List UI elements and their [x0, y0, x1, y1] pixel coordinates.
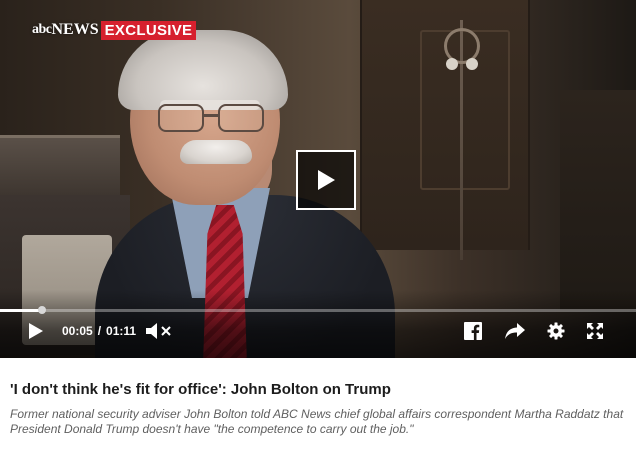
settings-button[interactable] [545, 319, 567, 343]
facebook-icon [464, 322, 482, 340]
time-separator: / [97, 324, 102, 338]
play-button[interactable] [24, 319, 48, 343]
play-icon [29, 323, 43, 339]
share-arrow-icon [505, 323, 525, 339]
time-display: 00:05 / 01:11 [62, 324, 136, 338]
subject-glasses [158, 104, 268, 134]
background-lamp-shade [0, 135, 120, 195]
abc-news-exclusive-logo: abc NEWS EXCLUSIVE [32, 20, 197, 40]
brand-abc-text: abc [32, 22, 52, 37]
progress-fill [0, 309, 42, 312]
big-play-button[interactable] [296, 150, 356, 210]
background-sconce-bulb [466, 58, 478, 70]
big-play-icon [318, 170, 335, 190]
video-description: Former national security adviser John Bo… [10, 407, 624, 436]
progress-bar[interactable] [0, 306, 636, 314]
exclusive-badge: EXCLUSIVE [100, 20, 197, 40]
fullscreen-icon [587, 323, 603, 339]
progress-handle[interactable] [37, 306, 46, 314]
gear-icon [547, 322, 565, 340]
fullscreen-button[interactable] [584, 319, 606, 343]
background-shelf [560, 90, 636, 310]
brand-news-text: NEWS [51, 21, 99, 38]
volume-muted-icon [146, 323, 171, 339]
current-time: 00:05 [62, 324, 93, 338]
video-player[interactable]: abc NEWS EXCLUSIVE 00:05 / 01:11 [0, 0, 636, 358]
video-headline[interactable]: 'I don't think he's fit for office': Joh… [10, 381, 630, 399]
background-sconce-bulb [446, 58, 458, 70]
share-button[interactable] [502, 319, 528, 343]
mute-button[interactable] [144, 319, 174, 343]
subject-mustache [180, 140, 252, 164]
duration: 01:11 [106, 324, 137, 338]
facebook-share-button[interactable] [462, 319, 484, 343]
